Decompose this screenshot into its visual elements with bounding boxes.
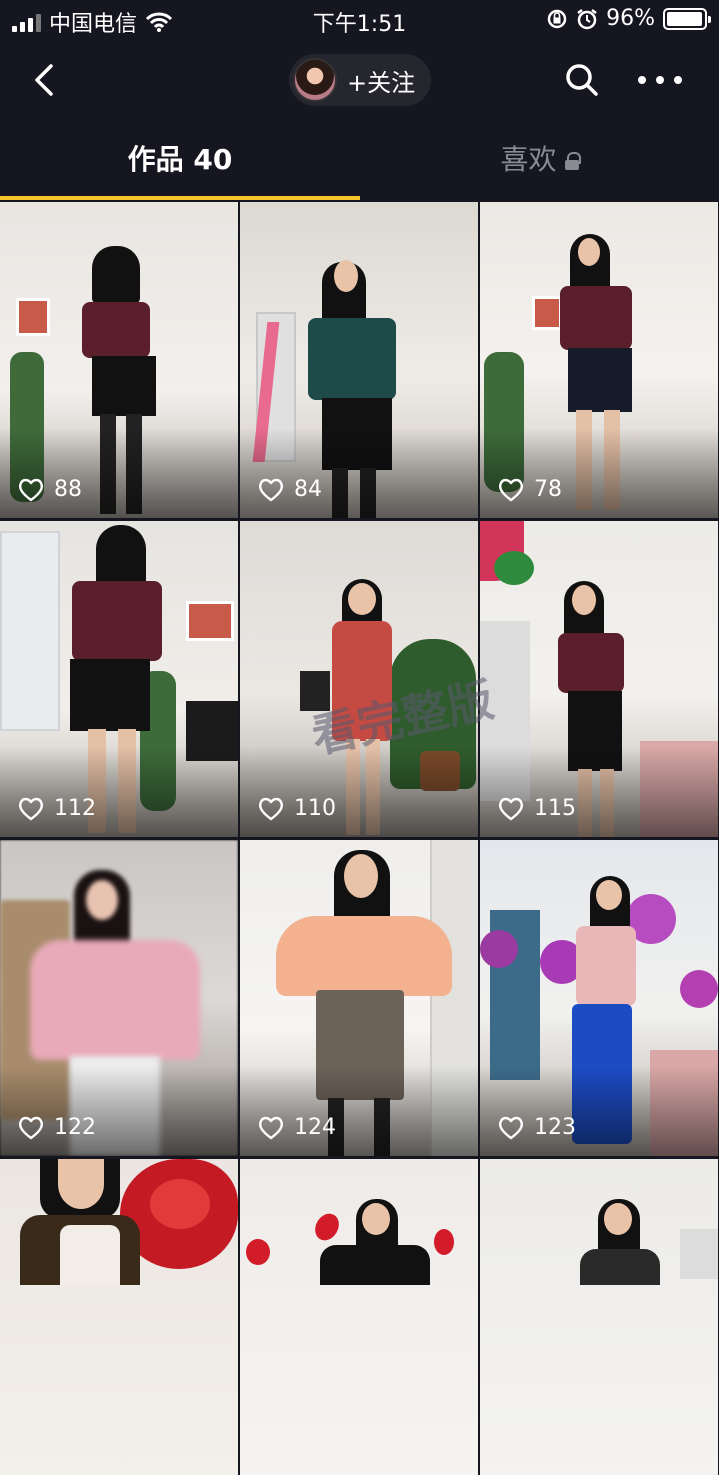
video-tile[interactable]: [0, 1159, 238, 1475]
heart-icon: [18, 1116, 44, 1139]
like-count: 78: [534, 477, 562, 502]
tab-likes[interactable]: 喜欢: [360, 140, 719, 180]
like-count: 110: [294, 796, 336, 821]
battery-fill: [667, 11, 702, 26]
like-count: 123: [534, 1115, 576, 1140]
video-tile[interactable]: 84: [240, 202, 478, 518]
like-count: 112: [54, 796, 96, 821]
video-tile[interactable]: 122: [0, 840, 238, 1156]
like-row: 115: [498, 796, 576, 821]
tab-likes-label: 喜欢: [500, 143, 557, 176]
video-grid: 88 84 78 112 110 115 122 124 123 看完整版: [0, 202, 719, 1475]
back-icon[interactable]: [24, 58, 68, 102]
heart-icon: [258, 797, 284, 820]
like-row: 78: [498, 477, 562, 502]
avatar[interactable]: [293, 58, 337, 102]
heart-icon: [18, 478, 44, 501]
heart-icon: [18, 797, 44, 820]
battery-icon: [663, 7, 711, 30]
video-tile[interactable]: [240, 1159, 478, 1475]
rotation-lock-icon: [547, 9, 567, 28]
like-row: 122: [18, 1115, 96, 1140]
status-right: 96%: [546, 6, 711, 31]
lock-icon: [564, 152, 581, 170]
follow-label: +关注: [347, 68, 416, 97]
alarm-icon: [577, 8, 597, 29]
like-row: 88: [18, 477, 82, 502]
heart-icon: [498, 478, 524, 501]
like-count: 122: [54, 1115, 96, 1140]
video-tile[interactable]: 115: [480, 521, 718, 837]
like-row: 112: [18, 796, 96, 821]
heart-icon: [498, 1116, 524, 1139]
heart-icon: [498, 797, 524, 820]
status-bar: 中国电信 下午1:51 96%: [0, 0, 719, 40]
like-count: 88: [54, 477, 82, 502]
tab-works-label: 作品 40: [127, 143, 233, 176]
video-tile[interactable]: 123: [480, 840, 718, 1156]
like-count: 115: [534, 796, 576, 821]
heart-icon: [258, 478, 284, 501]
video-tile[interactable]: 88: [0, 202, 238, 518]
profile-tabs: 作品 40 喜欢: [0, 120, 719, 200]
tab-works[interactable]: 作品 40: [0, 140, 360, 180]
like-row: 110: [258, 796, 336, 821]
like-count: 124: [294, 1115, 336, 1140]
heart-icon: [258, 1116, 284, 1139]
like-row: 84: [258, 477, 322, 502]
battery-percent: 96%: [606, 6, 655, 31]
tab-indicator: [0, 196, 360, 200]
video-tile[interactable]: 124: [240, 840, 478, 1156]
like-row: 123: [498, 1115, 576, 1140]
like-count: 84: [294, 477, 322, 502]
video-tile[interactable]: [480, 1159, 718, 1475]
follow-button[interactable]: +关注: [289, 54, 431, 106]
like-row: 124: [258, 1115, 336, 1140]
video-tile[interactable]: 78: [480, 202, 718, 518]
nav-bar: +关注: [0, 40, 719, 120]
video-tile[interactable]: 112: [0, 521, 238, 837]
search-icon[interactable]: [562, 60, 602, 100]
more-icon[interactable]: [638, 60, 682, 100]
